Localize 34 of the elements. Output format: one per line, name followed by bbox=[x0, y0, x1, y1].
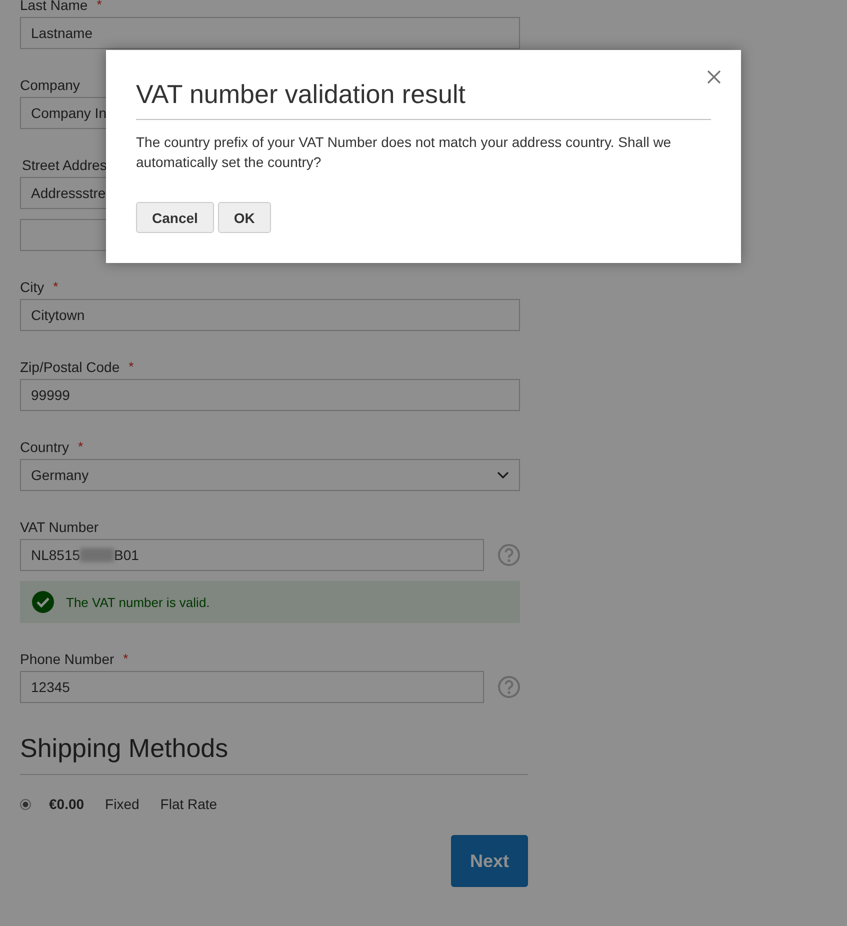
select-field[interactable]: Germany bbox=[20, 459, 520, 491]
dialog-title: VAT number validation result bbox=[136, 79, 711, 120]
section-title: Shipping Methods bbox=[20, 733, 528, 775]
required-marker: * bbox=[128, 359, 134, 374]
next-button[interactable]: Next bbox=[451, 835, 528, 887]
input-field[interactable]: NL8515 B01 bbox=[20, 539, 484, 571]
dialog-button[interactable]: Cancel bbox=[136, 202, 214, 233]
method-name: Fixed bbox=[105, 796, 140, 812]
field-label: Street Addres bbox=[22, 157, 107, 173]
close-icon[interactable] bbox=[707, 70, 721, 84]
chevron-down-icon bbox=[497, 471, 509, 479]
field-label: Phone Number bbox=[20, 651, 114, 667]
required-marker: * bbox=[53, 279, 58, 294]
required-marker: * bbox=[96, 0, 102, 12]
input-field[interactable]: Citytown bbox=[20, 299, 520, 331]
carrier-name: Flat Rate bbox=[160, 796, 218, 812]
field-label: Country bbox=[20, 439, 70, 455]
message-text: The VAT number is valid. bbox=[66, 594, 210, 610]
input-field[interactable]: Lastname bbox=[20, 17, 520, 49]
required-marker: * bbox=[123, 651, 128, 666]
dialog-message: The country prefix of your VAT Number does not match your address country. Shall we automatically set the country? bbox=[136, 133, 672, 172]
field-label: Last Name bbox=[20, 0, 88, 13]
input-field[interactable]: 99999 bbox=[20, 379, 520, 411]
redacted-blur bbox=[80, 548, 114, 562]
field-label: Company bbox=[20, 77, 80, 93]
radio-button[interactable] bbox=[20, 798, 31, 810]
check-circle-icon bbox=[32, 591, 54, 613]
field-label: VAT Number bbox=[20, 519, 99, 535]
dialog-button[interactable]: OK bbox=[218, 202, 271, 233]
field-label: Zip/Postal Code bbox=[20, 359, 120, 375]
required-marker: * bbox=[78, 439, 84, 454]
field-label: City bbox=[20, 279, 44, 295]
input-field[interactable]: 12345 bbox=[20, 671, 484, 703]
price: €0.00 bbox=[49, 796, 84, 812]
